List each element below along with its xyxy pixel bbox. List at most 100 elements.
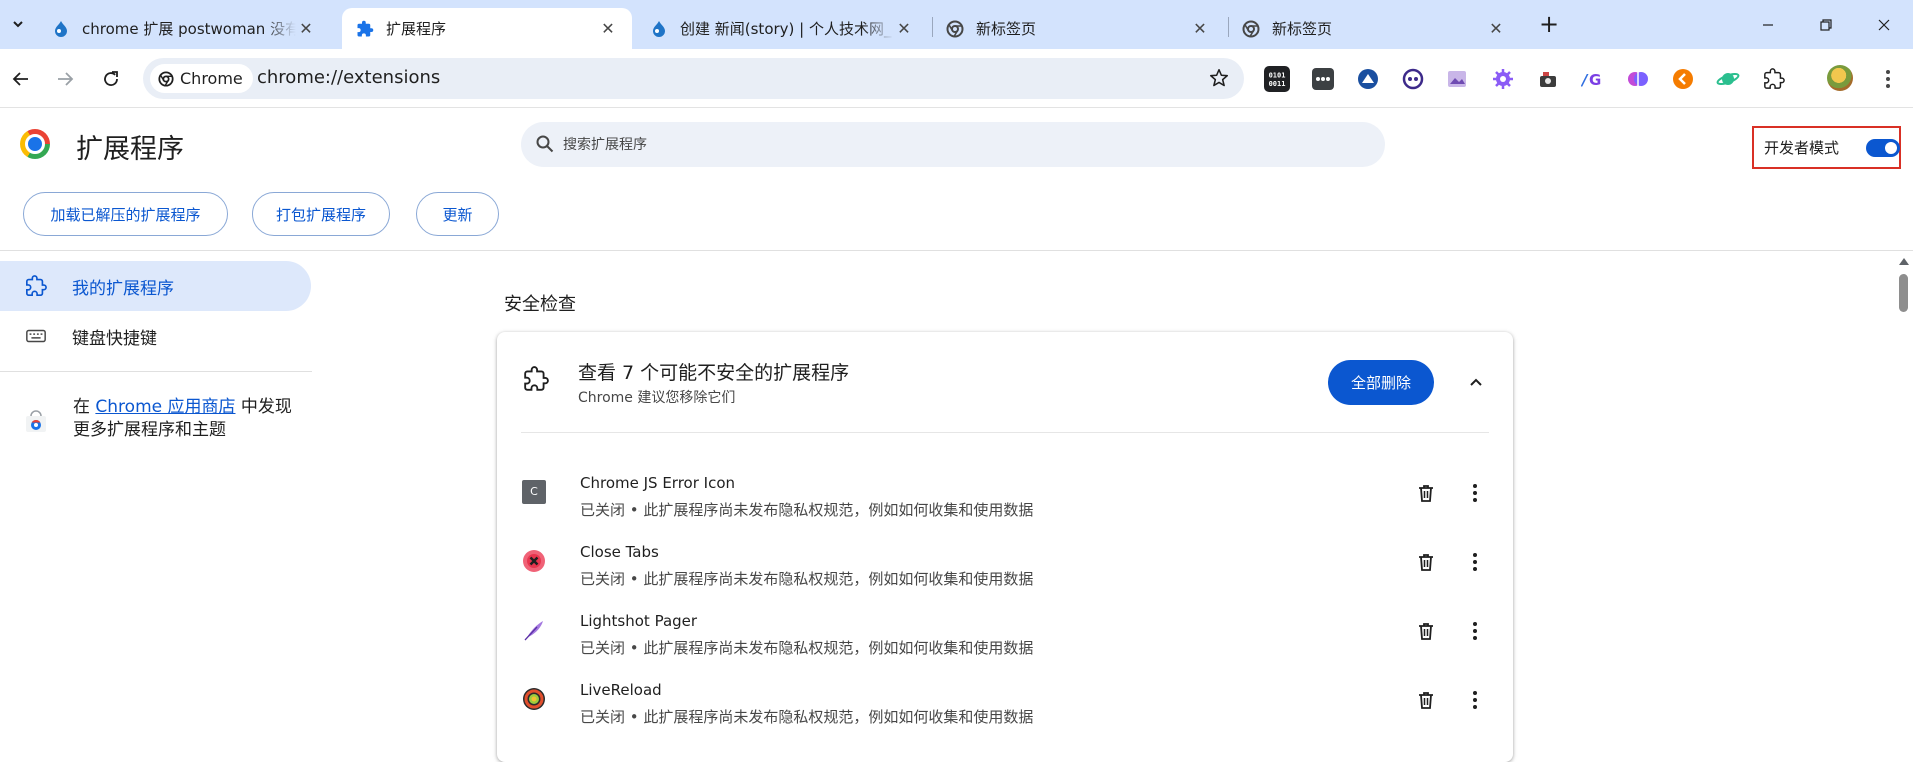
tab-create-news[interactable]: 创建 新闻(story) | 个人技术网_ ✕	[636, 8, 928, 49]
tab-extensions[interactable]: 扩展程序 ✕	[342, 8, 632, 49]
more-options-button[interactable]	[1463, 550, 1487, 574]
safety-card-title: 查看 7 个可能不安全的扩展程序	[578, 362, 850, 384]
site-chip-label: Chrome	[180, 69, 243, 88]
more-options-button[interactable]	[1463, 688, 1487, 712]
g-extension-icon[interactable]: / G	[1580, 66, 1606, 92]
close-tab-icon[interactable]: ✕	[1190, 19, 1210, 39]
minimize-icon	[1763, 24, 1773, 26]
trash-icon	[1419, 485, 1433, 502]
browser-toolbar: Chrome chrome://extensions 0101 0011 /G	[0, 49, 1913, 108]
remove-all-button[interactable]: 全部删除	[1328, 360, 1434, 405]
more-options-button[interactable]	[1463, 619, 1487, 643]
extension-status: 已关闭 • 此扩展程序尚未发布隐私权规范，例如如何收集和使用数据	[580, 708, 1034, 726]
close-icon	[1878, 19, 1890, 31]
face-extension-icon[interactable]	[1400, 66, 1426, 92]
delete-button[interactable]	[1414, 688, 1438, 712]
chevron-up-icon	[1470, 378, 1482, 386]
web-store-icon	[24, 410, 48, 434]
web-store-link[interactable]: Chrome 应用商店	[95, 397, 235, 417]
close-tab-icon[interactable]: ✕	[598, 19, 618, 39]
sidebar-item-my-extensions[interactable]: 我的扩展程序	[0, 261, 311, 311]
vertical-scrollbar[interactable]	[1895, 252, 1913, 748]
safety-check-card: 查看 7 个可能不安全的扩展程序 Chrome 建议您移除它们 全部删除 C C…	[497, 332, 1513, 762]
more-options-button[interactable]	[1463, 481, 1487, 505]
close-tab-icon[interactable]: ✕	[296, 19, 316, 39]
extension-status: 已关闭 • 此扩展程序尚未发布隐私权规范，例如如何收集和使用数据	[580, 501, 1034, 519]
drupal-favicon-icon	[52, 20, 70, 38]
extensions-puzzle-icon[interactable]	[1761, 66, 1787, 92]
delete-button[interactable]	[1414, 619, 1438, 643]
close-tab-icon[interactable]: ✕	[894, 19, 914, 39]
search-input[interactable]	[563, 122, 1363, 167]
url-text[interactable]: chrome://extensions	[257, 67, 440, 88]
back-button[interactable]	[6, 64, 36, 94]
svg-text:0101: 0101	[1269, 72, 1286, 80]
livereload-icon	[522, 687, 546, 711]
bookmark-star-icon[interactable]	[1208, 67, 1230, 93]
new-tab-button[interactable]: +	[1537, 10, 1561, 38]
reload-button[interactable]	[96, 64, 126, 94]
collapse-button[interactable]	[1462, 369, 1490, 397]
address-bar[interactable]: Chrome chrome://extensions	[143, 58, 1244, 99]
tab-new-tab-1[interactable]: 新标签页 ✕	[932, 8, 1224, 49]
minimize-button[interactable]	[1753, 10, 1783, 40]
update-button[interactable]: 更新	[416, 192, 499, 236]
arrow-left-icon	[12, 72, 28, 86]
site-info-chip[interactable]: Chrome	[150, 64, 253, 93]
sidebar-divider	[0, 371, 312, 372]
tab-title: 新标签页	[976, 20, 1037, 38]
scrollbar-thumb[interactable]	[1899, 274, 1908, 312]
web-store-prefix: 在	[73, 397, 96, 417]
restore-button[interactable]	[1811, 10, 1841, 40]
c-letter-text: C	[530, 485, 538, 498]
drupal-favicon-icon	[650, 20, 668, 38]
c-letter-icon: C	[522, 480, 546, 504]
tab-postwoman[interactable]: chrome 扩展 postwoman 没有 ✕	[38, 8, 330, 49]
chrome-logo-icon	[20, 129, 50, 159]
puzzle-piece-icon	[356, 20, 374, 38]
svg-text:G: G	[1589, 71, 1601, 89]
profile-avatar[interactable]	[1827, 65, 1853, 91]
trash-icon	[1419, 623, 1433, 640]
developer-mode-toggle[interactable]	[1866, 139, 1900, 157]
restore-icon	[1820, 19, 1832, 31]
mountain-extension-icon[interactable]	[1355, 66, 1381, 92]
brain-extension-icon[interactable]	[1625, 66, 1651, 92]
orange-extension-icon[interactable]	[1670, 66, 1696, 92]
tab-new-tab-2[interactable]: 新标签页 ✕	[1228, 8, 1520, 49]
sidebar-item-keyboard-shortcuts[interactable]: 键盘快捷键	[0, 311, 311, 361]
chrome-favicon-icon	[946, 20, 964, 38]
extension-name: Chrome JS Error Icon	[580, 474, 736, 492]
delete-button[interactable]	[1414, 550, 1438, 574]
forward-button[interactable]	[50, 64, 80, 94]
page-title: 扩展程序	[76, 134, 184, 165]
picture-extension-icon[interactable]	[1444, 66, 1470, 92]
list-item: Close Tabs 已关闭 • 此扩展程序尚未发布隐私权规范，例如如何收集和使…	[497, 537, 1513, 605]
puzzle-piece-icon	[24, 274, 48, 298]
red-x-icon	[522, 549, 546, 573]
reload-icon	[104, 71, 118, 86]
dots-extension-icon[interactable]	[1310, 66, 1336, 92]
tab-search-button[interactable]	[6, 12, 30, 36]
extension-name: Close Tabs	[580, 543, 659, 561]
scroll-up-arrow-icon[interactable]	[1899, 258, 1909, 265]
saturn-extension-icon[interactable]	[1715, 66, 1741, 92]
close-window-button[interactable]	[1869, 10, 1899, 40]
tab-title: 新标签页	[1272, 20, 1333, 38]
pack-extension-button[interactable]: 打包扩展程序	[252, 192, 390, 236]
search-box[interactable]	[521, 122, 1385, 167]
extension-name: Lightshot Pager	[580, 612, 698, 630]
list-item: Lightshot Pager 已关闭 • 此扩展程序尚未发布隐私权规范，例如如…	[497, 606, 1513, 674]
close-tab-icon[interactable]: ✕	[1486, 19, 1506, 39]
browser-menu-button[interactable]	[1876, 66, 1900, 92]
chrome-favicon-icon	[1242, 20, 1260, 38]
delete-button[interactable]	[1414, 481, 1438, 505]
tab-title: chrome 扩展 postwoman 没有	[82, 20, 296, 38]
camera-extension-icon[interactable]	[1535, 66, 1561, 92]
load-unpacked-button[interactable]: 加载已解压的扩展程序	[23, 192, 228, 236]
list-item: LiveReload 已关闭 • 此扩展程序尚未发布隐私权规范，例如如何收集和使…	[497, 675, 1513, 743]
chevron-down-icon	[13, 21, 23, 28]
gear-extension-icon[interactable]	[1490, 66, 1516, 92]
tab-title: 扩展程序	[386, 20, 447, 38]
binary-extension-icon[interactable]: 0101 0011	[1264, 66, 1290, 92]
